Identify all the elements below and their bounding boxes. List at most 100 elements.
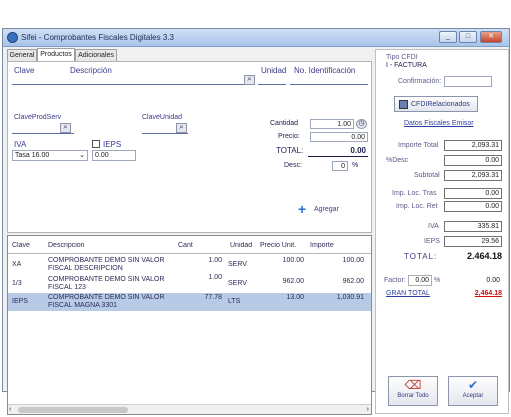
unidad-field[interactable] <box>258 84 286 85</box>
datos-fiscales-link[interactable]: Datos Fiscales Emisor <box>404 120 474 127</box>
scroll-right-icon[interactable]: › <box>367 406 369 413</box>
horizontal-scrollbar[interactable]: ‹ › <box>8 404 371 414</box>
plus-icon: + <box>298 201 307 217</box>
clave-descripcion-field[interactable] <box>12 84 255 85</box>
clave-prod-serv-label: ClaveProdServ <box>14 114 62 121</box>
row-importe: 962.00 <box>342 278 364 285</box>
row-cant: 1.00 <box>208 274 222 281</box>
unidad-label: Unidad <box>261 66 287 75</box>
precio-label: Precio: <box>278 133 300 140</box>
row-importe: 100.00 <box>342 257 364 264</box>
clave-label: Clave <box>14 66 35 75</box>
row-cant: 1.00 <box>208 257 222 264</box>
row-clave: IEPS <box>12 298 28 305</box>
clave-prod-serv-field[interactable] <box>12 133 74 134</box>
aceptar-label: Aceptar <box>462 393 484 399</box>
window-title: Sifei - Comprobantes Fiscales Digitales … <box>21 33 174 42</box>
imp-loc-ret-label: Imp. Loc. Ret <box>396 203 438 210</box>
app-logo-icon <box>7 32 18 43</box>
row-precio: 13.00 <box>286 294 304 301</box>
minimize-button[interactable]: _ <box>439 31 457 43</box>
no-identificacion-label: No. Identificación <box>294 66 356 75</box>
summary-panel: Tipo CFDI I - FACTURA Confirmación: CFDI… <box>375 49 509 414</box>
table-row[interactable]: 1/3 COMPROBANTE DEMO SIN VALOR FISCAL 12… <box>8 274 371 293</box>
row-descripcion-line2: FISCAL MAGNA 3301 <box>48 302 117 309</box>
tab-productos[interactable]: Productos <box>37 48 75 61</box>
cantidad-input[interactable]: 1.00 <box>310 119 354 129</box>
main-window: Sifei - Comprobantes Fiscales Digitales … <box>2 28 510 415</box>
factor-unit: % <box>434 277 441 284</box>
confirmacion-input[interactable] <box>444 76 492 87</box>
total-underline <box>308 156 368 157</box>
cfdi-relacionados-button[interactable]: CFDIRelacionados <box>394 96 478 112</box>
row-unidad: SERV <box>228 261 247 268</box>
maximize-button[interactable]: □ <box>459 31 477 43</box>
factor-input[interactable]: 0.00 <box>408 275 432 286</box>
clave-unidad-field[interactable] <box>142 133 188 134</box>
borrar-todo-button[interactable]: ⌫ Borrar Todo <box>388 376 438 406</box>
cantidad-label: Cantidad <box>270 120 299 127</box>
iva-total-value: 335.81 <box>444 221 502 232</box>
col-header-unidad[interactable]: Unidad <box>230 242 252 249</box>
scroll-left-icon[interactable]: ‹ <box>9 406 11 413</box>
row-unidad: LTS <box>228 298 241 305</box>
aceptar-button[interactable]: ✔ Aceptar <box>448 376 498 406</box>
tipo-cfdi-label: Tipo CFDI <box>386 54 418 61</box>
col-header-precio-unit[interactable]: Precio Unit. <box>260 242 296 249</box>
iva-select[interactable]: Tasa 16.00 ⌄ <box>12 150 88 161</box>
descripcion-label: Descripción <box>70 66 112 75</box>
scrollbar-thumb[interactable] <box>18 407 128 413</box>
checkmark-icon: ✔ <box>467 378 479 392</box>
desc-input[interactable]: 0 <box>332 161 348 171</box>
importe-total-label: Importe Total <box>398 142 439 149</box>
iva-total-label: IVA <box>428 223 439 230</box>
ieps-checkbox[interactable] <box>92 140 100 148</box>
tab-general[interactable]: General <box>7 49 37 61</box>
desc-pct-label: %Desc <box>386 157 409 164</box>
col-header-importe[interactable]: Importe <box>310 242 334 249</box>
binoculars-icon[interactable]: ⌕ <box>60 123 71 133</box>
row-clave: 1/3 <box>12 280 22 287</box>
binoculars-icon[interactable]: ⌕ <box>244 75 255 85</box>
row-clave: XA <box>12 261 22 268</box>
imp-loc-tras-value: 0.00 <box>444 188 502 199</box>
row-precio: 100.00 <box>282 257 304 264</box>
borrar-todo-label: Borrar Todo <box>397 393 429 399</box>
precio-input[interactable]: 0.00 <box>310 132 368 142</box>
binoculars-icon[interactable]: ⌕ <box>176 123 187 133</box>
row-descripcion-line1: COMPROBANTE DEMO SIN VALOR <box>48 257 165 264</box>
col-header-cant[interactable]: Cant <box>178 242 193 249</box>
iva-label: IVA <box>14 140 27 149</box>
tab-adicionales[interactable]: Adicionales <box>75 49 117 61</box>
agregar-label: Agregar <box>314 206 339 213</box>
factor-amount: 0.00 <box>486 277 500 284</box>
row-precio: 962.00 <box>282 278 304 285</box>
col-header-descripcion[interactable]: Descripcion <box>48 242 85 249</box>
products-grid: Clave Descripcion Cant Unidad Precio Uni… <box>7 235 372 415</box>
row-importe: 1,030.91 <box>336 294 364 301</box>
imp-loc-ret-value: 0.00 <box>444 201 502 212</box>
ieps-input[interactable]: 0.00 <box>92 150 136 161</box>
factor-label: Factor: <box>384 277 406 284</box>
row-descripcion-line1: COMPROBANTE DEMO SIN VALOR <box>48 276 165 283</box>
gran-total-label: GRAN TOTAL <box>386 290 430 297</box>
col-header-clave[interactable]: Clave <box>12 242 30 249</box>
total-label: TOTAL: <box>276 146 304 155</box>
iva-selected-value: Tasa 16.00 <box>15 152 50 159</box>
row-descripcion-line2: FISCAL 123 <box>48 284 86 291</box>
close-button[interactable]: ✕ <box>480 31 502 43</box>
product-entry-panel: Clave Descripción Unidad No. Identificac… <box>7 61 372 233</box>
table-row-selected[interactable]: IEPS COMPROBANTE DEMO SIN VALOR FISCAL M… <box>8 293 371 311</box>
ieps-label: IEPS <box>103 140 122 149</box>
tipo-cfdi-value: I - FACTURA <box>386 62 427 69</box>
no-identificacion-field[interactable] <box>290 84 368 85</box>
confirmacion-label: Confirmación: <box>398 78 442 85</box>
calculator-icon[interactable]: ◷ <box>356 119 367 129</box>
subtotal-value: 2,093.31 <box>444 170 502 181</box>
chevron-down-icon: ⌄ <box>79 152 85 159</box>
imp-loc-tras-label: Imp. Loc. Tras <box>392 190 437 197</box>
importe-total-value: 2,093.31 <box>444 140 502 151</box>
row-descripcion-line1: COMPROBANTE DEMO SIN VALOR <box>48 294 165 301</box>
table-row[interactable]: XA COMPROBANTE DEMO SIN VALOR FISCAL DES… <box>8 256 371 274</box>
agregar-button[interactable]: + Agregar <box>298 200 350 222</box>
